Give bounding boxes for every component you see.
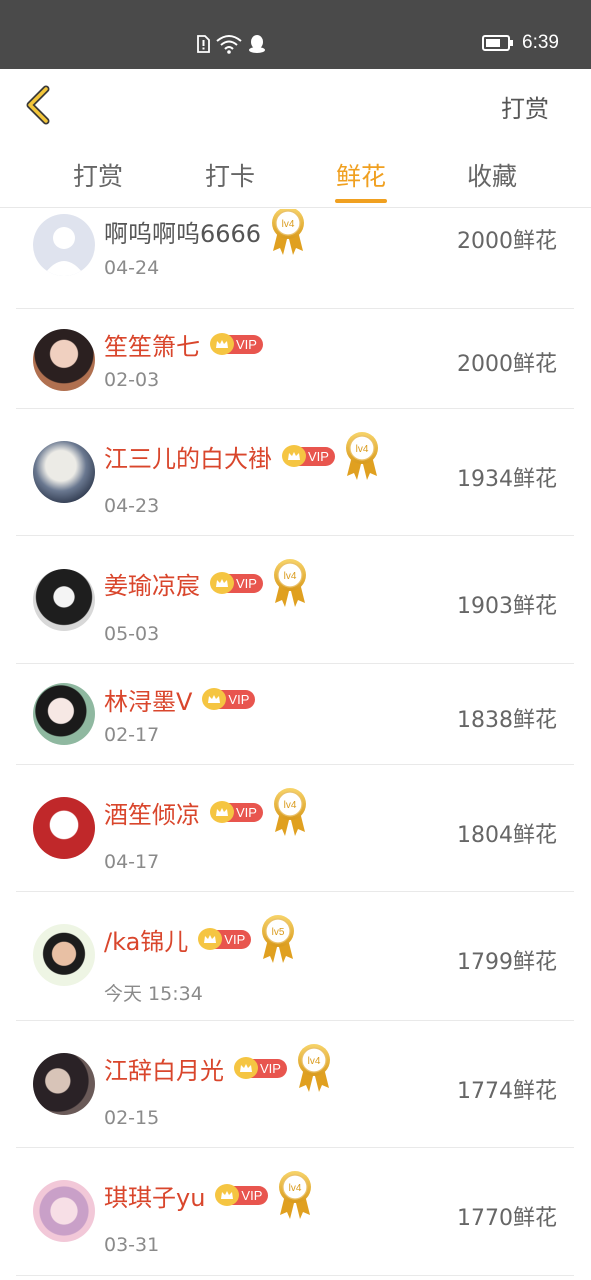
date: 05-03 <box>104 623 160 645</box>
list-item[interactable]: 林浔墨V VIP 02-17 1838鲜花 <box>16 664 574 765</box>
tab-favorites[interactable]: 收藏 <box>432 157 552 193</box>
date: 04-24 <box>104 257 160 279</box>
vip-badge: VIP <box>210 572 263 594</box>
status-time: 6:39 <box>522 32 559 53</box>
flower-amount: 2000鲜花 <box>457 229 557 254</box>
vip-badge: VIP <box>202 688 256 710</box>
date: 04-23 <box>104 495 160 517</box>
flower-amount: 1804鲜花 <box>457 823 557 848</box>
flower-amount: 1903鲜花 <box>457 594 557 619</box>
level-medal-icon: lv5 <box>259 913 297 965</box>
level-medal-icon: lv4 <box>295 1042 333 1094</box>
avatar <box>33 1180 95 1242</box>
flower-amount: 1934鲜花 <box>457 467 557 492</box>
user-name: 姜瑜凉宸 <box>104 571 200 600</box>
sim-alert-icon <box>197 35 210 53</box>
status-right: 6:39 <box>482 32 559 54</box>
date: 02-03 <box>104 369 160 391</box>
avatar <box>33 1053 95 1115</box>
active-tab-indicator <box>335 199 387 203</box>
level-medal-icon: lv4 <box>276 1169 314 1221</box>
user-name: /ka锦儿 <box>104 927 189 956</box>
level-label: lv5 <box>272 927 285 938</box>
date: 02-17 <box>104 724 160 746</box>
user-name: 林浔墨V <box>104 687 193 716</box>
vip-badge: VIP <box>198 928 252 950</box>
vip-badge: VIP <box>282 445 335 467</box>
flower-amount: 1774鲜花 <box>457 1079 557 1104</box>
flower-amount: 1838鲜花 <box>457 708 557 733</box>
date: 04-17 <box>104 851 160 873</box>
list-item[interactable]: 酒笙倾凉 VIP lv4 04-17 1804鲜花 <box>16 765 574 892</box>
user-name: 琪琪子yu <box>104 1183 206 1212</box>
list-item[interactable]: 江辞白月光 VIP lv4 02-15 1774鲜花 <box>16 1021 574 1148</box>
default-avatar-icon <box>43 227 85 276</box>
level-label: lv4 <box>284 800 297 811</box>
date: 02-15 <box>104 1107 160 1129</box>
list-item[interactable]: /ka锦儿 VIP lv5 今天 15:34 1799鲜花 <box>16 892 574 1021</box>
wifi-icon <box>216 35 242 54</box>
level-label: lv4 <box>289 1183 302 1194</box>
avatar <box>33 214 95 276</box>
level-medal-icon: lv4 <box>269 209 307 257</box>
date: 03-31 <box>104 1234 160 1256</box>
battery-icon <box>482 35 514 51</box>
vip-badge: VIP <box>210 333 263 355</box>
qq-icon <box>249 35 265 53</box>
flower-ranking-list: 啊呜啊呜6666 lv4 04-24 2000鲜花 笙笙箫七 VIP 02-03… <box>0 209 591 1280</box>
tab-flowers[interactable]: 鲜花 <box>301 157 421 193</box>
user-name: 江三儿的白大褂 <box>104 444 272 473</box>
vip-badge: VIP <box>210 801 263 823</box>
level-label: lv4 <box>356 444 369 455</box>
user-name: 笙笙箫七 <box>104 332 200 361</box>
crown-icon <box>210 333 234 355</box>
avatar <box>33 924 95 986</box>
level-medal-icon: lv4 <box>271 786 309 838</box>
list-item[interactable]: 笙笙箫七 VIP 02-03 2000鲜花 <box>16 309 574 409</box>
level-medal-icon: lv4 <box>271 557 309 609</box>
avatar <box>33 329 95 391</box>
vip-badge: VIP <box>234 1057 287 1079</box>
user-name: 江辞白月光 <box>104 1056 224 1085</box>
date: 今天 15:34 <box>104 983 203 1005</box>
header: 打赏 <box>0 69 591 139</box>
user-name: 啊呜啊呜6666 <box>104 219 262 248</box>
list-item[interactable]: 姜瑜凉宸 VIP lv4 05-03 1903鲜花 <box>16 536 574 664</box>
tab-reward[interactable]: 打赏 <box>38 157 158 193</box>
tab-checkin[interactable]: 打卡 <box>170 157 290 193</box>
level-label: lv4 <box>282 219 295 230</box>
crown-icon <box>210 801 234 823</box>
status-icons <box>196 33 266 55</box>
list-item[interactable]: 啊呜啊呜6666 lv4 04-24 2000鲜花 <box>16 209 574 309</box>
flower-amount: 1770鲜花 <box>457 1206 557 1231</box>
flower-amount: 2000鲜花 <box>457 352 557 377</box>
list-item[interactable]: 江三儿的白大褂 VIP lv4 04-23 1934鲜花 <box>16 409 574 536</box>
list-item[interactable]: 琪琪子yu VIP lv4 03-31 1770鲜花 <box>16 1148 574 1276</box>
level-label: lv4 <box>284 571 297 582</box>
crown-icon <box>282 445 306 467</box>
tab-bar: 打赏 打卡 鲜花 收藏 <box>0 139 591 208</box>
crown-icon <box>234 1057 258 1079</box>
reward-button[interactable]: 打赏 <box>501 89 549 124</box>
flower-amount: 1799鲜花 <box>457 950 557 975</box>
avatar <box>33 441 95 503</box>
user-name: 酒笙倾凉 <box>104 800 200 829</box>
avatar <box>33 569 95 631</box>
back-arrow-icon[interactable] <box>22 83 56 127</box>
level-medal-icon: lv4 <box>343 430 381 482</box>
avatar <box>33 797 95 859</box>
crown-icon <box>210 572 234 594</box>
status-bar: 6:39 <box>0 0 591 69</box>
vip-badge: VIP <box>215 1184 269 1206</box>
avatar <box>33 683 95 745</box>
level-label: lv4 <box>308 1056 321 1067</box>
